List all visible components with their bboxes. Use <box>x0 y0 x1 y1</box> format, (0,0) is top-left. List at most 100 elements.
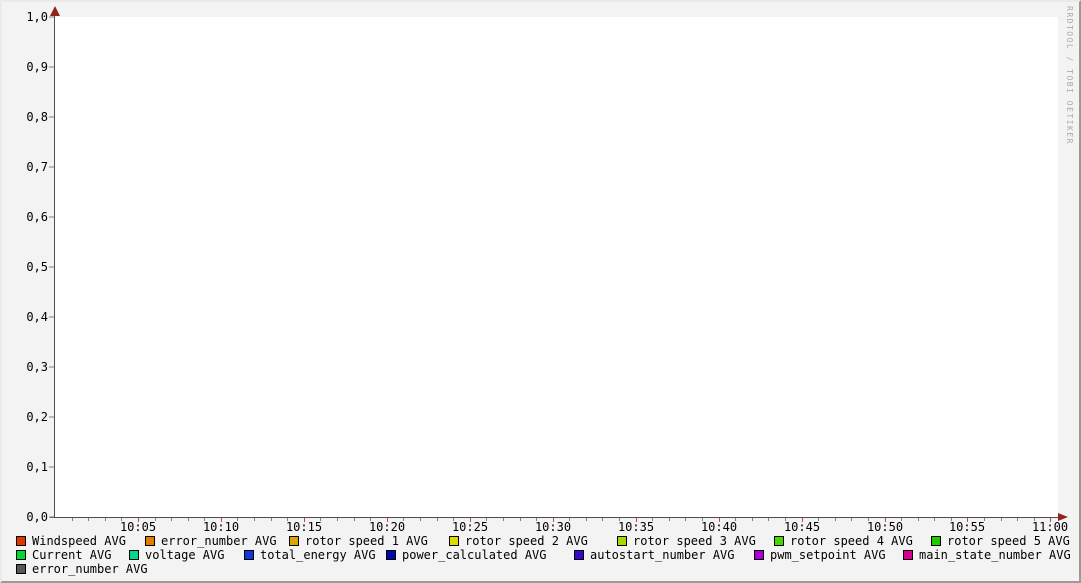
x-tick-label: 10:25 <box>452 521 488 533</box>
minor-gridline-h <box>55 27 1058 28</box>
legend-item: rotor speed 3 AVG <box>617 534 756 548</box>
x-minor-tick <box>951 518 952 521</box>
minor-gridline-h <box>55 157 1058 158</box>
minor-gridline-h <box>55 237 1058 238</box>
major-gridline-v <box>304 17 305 517</box>
x-minor-tick <box>403 518 404 521</box>
x-minor-tick <box>785 518 786 521</box>
minor-gridline-h <box>55 287 1058 288</box>
x-major-tick <box>719 518 720 522</box>
x-major-tick <box>885 518 886 522</box>
x-major-tick <box>1050 518 1051 522</box>
minor-gridline-h <box>55 177 1058 178</box>
minor-gridline-h <box>55 87 1058 88</box>
y-major-tick <box>49 417 54 418</box>
y-major-tick <box>49 117 54 118</box>
x-minor-tick <box>619 518 620 521</box>
legend-swatch <box>903 550 913 560</box>
x-minor-tick <box>337 518 338 521</box>
x-minor-tick <box>420 518 421 521</box>
x-minor-tick <box>984 518 985 521</box>
x-minor-tick <box>652 518 653 521</box>
legend-label: Windspeed AVG <box>32 535 126 548</box>
x-minor-tick <box>204 518 205 521</box>
major-gridline-v <box>1050 17 1051 517</box>
x-tick-label: 10:10 <box>203 521 239 533</box>
x-minor-tick <box>851 518 852 521</box>
x-minor-tick <box>602 518 603 521</box>
legend-label: rotor speed 5 AVG <box>947 535 1070 548</box>
y-tick-label: 0,1 <box>14 461 48 473</box>
major-gridline-v <box>802 17 803 517</box>
minor-gridline-h <box>55 297 1058 298</box>
minor-gridline-h <box>55 447 1058 448</box>
minor-gridline-h <box>55 347 1058 348</box>
legend-label: power_calculated AVG <box>402 549 547 562</box>
x-minor-tick <box>354 518 355 521</box>
x-minor-tick <box>370 518 371 521</box>
y-tick-label: 0,6 <box>14 211 48 223</box>
minor-gridline-h <box>55 497 1058 498</box>
minor-gridline-h <box>55 457 1058 458</box>
legend-swatch <box>16 564 26 574</box>
minor-gridline-h <box>55 207 1058 208</box>
legend-swatch <box>574 550 584 560</box>
rrdtool-watermark: RRDTOOL / TOBI OETIKER <box>1065 6 1074 145</box>
x-minor-tick <box>320 518 321 521</box>
minor-gridline-h <box>55 47 1058 48</box>
legend-swatch <box>16 536 26 546</box>
minor-gridline-h <box>55 187 1058 188</box>
x-minor-tick <box>702 518 703 521</box>
x-minor-tick <box>735 518 736 521</box>
y-major-tick <box>49 467 54 468</box>
x-minor-tick <box>105 518 106 521</box>
y-major-tick <box>49 217 54 218</box>
major-gridline-v <box>636 17 637 517</box>
y-tick-label: 0,7 <box>14 161 48 173</box>
legend-swatch <box>289 536 299 546</box>
legend-item: voltage AVG <box>129 548 224 562</box>
legend-label: rotor speed 2 AVG <box>465 535 588 548</box>
x-minor-tick <box>752 518 753 521</box>
y-tick-label: 0,3 <box>14 361 48 373</box>
x-minor-tick <box>237 518 238 521</box>
x-major-tick <box>304 518 305 522</box>
x-minor-tick <box>155 518 156 521</box>
y-tick-label: 0,0 <box>14 511 48 523</box>
y-major-tick <box>49 517 54 518</box>
minor-gridline-h <box>55 377 1058 378</box>
x-minor-tick <box>536 518 537 521</box>
legend-label: error_number AVG <box>32 563 148 576</box>
minor-gridline-h <box>55 507 1058 508</box>
y-major-tick <box>49 317 54 318</box>
minor-gridline-h <box>55 227 1058 228</box>
y-tick-label: 0,8 <box>14 111 48 123</box>
x-major-tick <box>802 518 803 522</box>
minor-gridline-h <box>55 307 1058 308</box>
y-tick-label: 0,5 <box>14 261 48 273</box>
major-gridline-v <box>221 17 222 517</box>
x-minor-tick <box>918 518 919 521</box>
legend-swatch <box>449 536 459 546</box>
minor-gridline-h <box>55 407 1058 408</box>
x-minor-tick <box>569 518 570 521</box>
legend-item: power_calculated AVG <box>386 548 547 562</box>
legend-item: rotor speed 5 AVG <box>931 534 1070 548</box>
x-tick-label: 10:20 <box>369 521 405 533</box>
legend-label: error_number AVG <box>161 535 277 548</box>
major-gridline-v <box>719 17 720 517</box>
y-axis-arrow-icon <box>50 6 60 16</box>
major-gridline-h <box>55 117 1058 118</box>
x-minor-tick <box>669 518 670 521</box>
minor-gridline-h <box>55 487 1058 488</box>
legend-item: main_state_number AVG <box>903 548 1071 562</box>
x-minor-tick <box>453 518 454 521</box>
x-minor-tick <box>121 518 122 521</box>
plot-area <box>55 17 1058 517</box>
y-major-tick <box>49 367 54 368</box>
minor-gridline-h <box>55 97 1058 98</box>
x-minor-tick <box>768 518 769 521</box>
legend-label: pwm_setpoint AVG <box>770 549 886 562</box>
legend-item: rotor speed 4 AVG <box>774 534 913 548</box>
major-gridline-h <box>55 217 1058 218</box>
